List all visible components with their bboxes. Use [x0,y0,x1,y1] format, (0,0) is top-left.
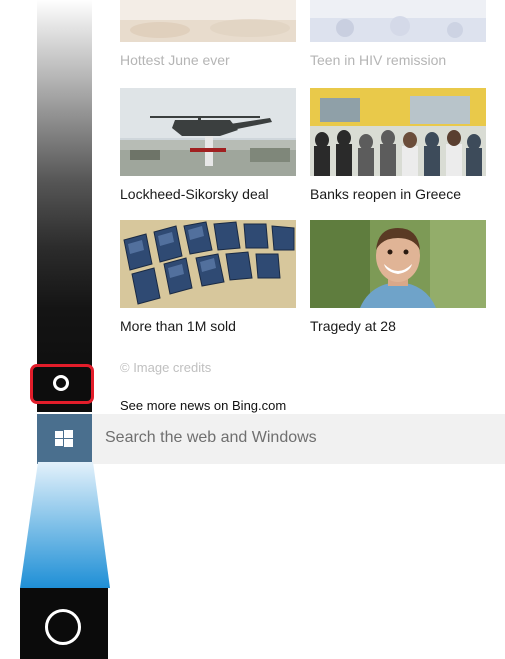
cortana-circle-icon [53,375,69,391]
taskbar-rail [37,0,92,412]
windows-logo-icon [55,430,73,447]
zoom-callout-beam [20,462,110,588]
news-caption: Teen in HIV remission [310,52,447,68]
cortana-button-highlighted[interactable] [30,364,94,404]
solar-panels-photo [120,220,296,308]
image-credits-link[interactable]: © Image credits [120,360,211,375]
news-caption: Lockheed-Sikorsky deal [120,186,269,202]
news-caption: Banks reopen in Greece [310,186,461,202]
search-placeholder[interactable]: Search the web and Windows [105,429,317,447]
start-button[interactable] [37,414,92,464]
helicopter-photo [120,88,296,176]
crowd-at-bank-photo [310,88,486,176]
heat-wave-photo [120,0,296,42]
cortana-button-enlarged[interactable] [20,588,108,659]
see-more-news-link[interactable]: See more news on Bing.com [120,398,286,413]
smiling-man-photo [310,220,486,308]
hiv-news-photo [310,0,486,42]
news-caption: Hottest June ever [120,52,230,68]
news-caption: Tragedy at 28 [310,318,396,334]
search-box[interactable]: Search the web and Windows [37,414,505,464]
news-caption: More than 1M sold [120,318,236,334]
cortana-circle-icon [45,609,81,645]
